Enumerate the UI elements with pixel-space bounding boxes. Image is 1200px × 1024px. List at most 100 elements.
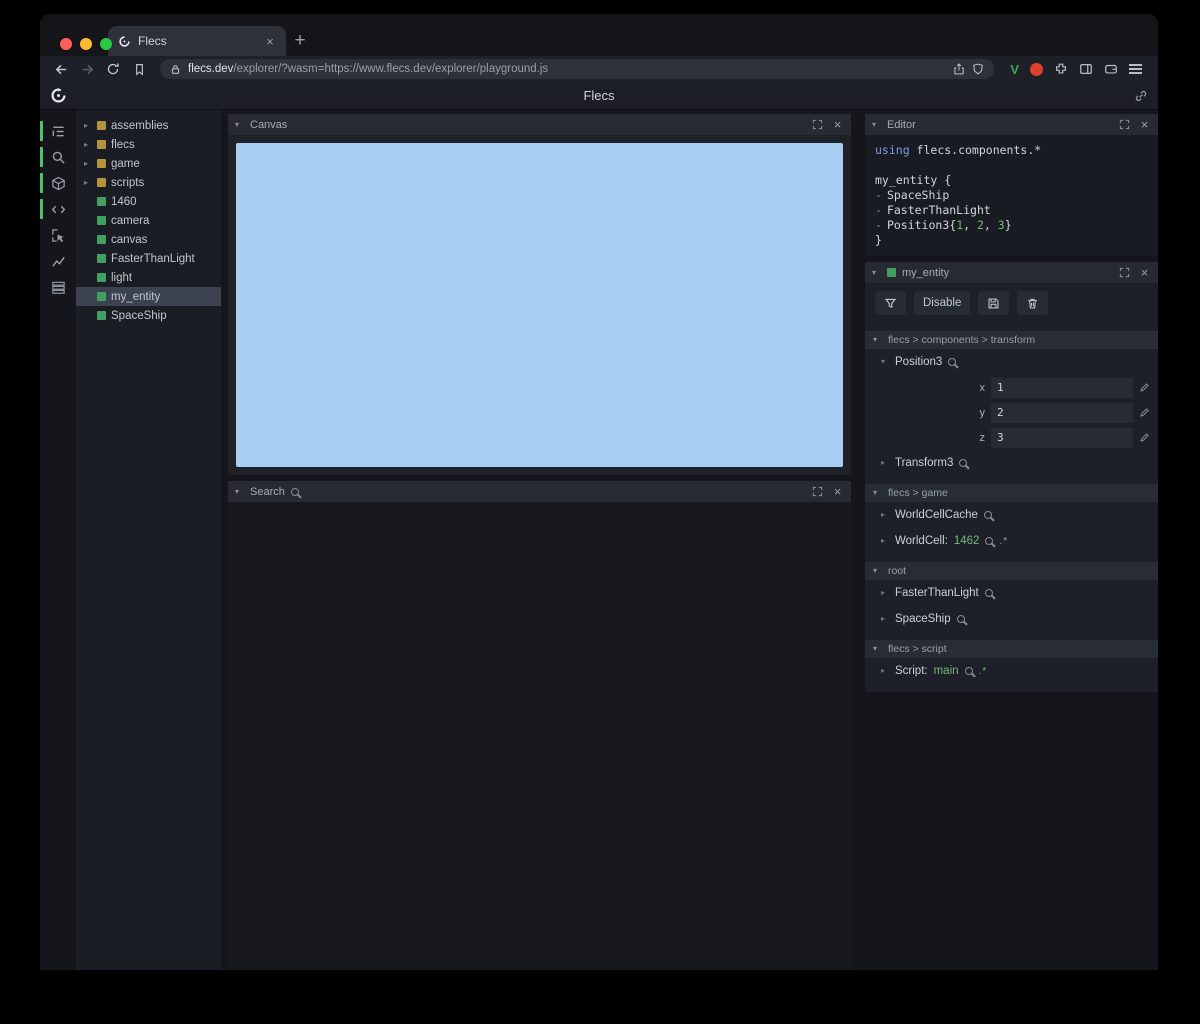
section-header-game[interactable]: ▾ flecs > game [865, 484, 1158, 502]
brave-shield-icon[interactable] [972, 63, 984, 75]
chevron-right-icon[interactable]: ▸ [881, 537, 889, 545]
tab-close-icon[interactable]: × [262, 34, 278, 49]
section-header-root[interactable]: ▾ root [865, 562, 1158, 580]
expand-icon[interactable] [810, 119, 825, 130]
entity-color-swatch [97, 311, 106, 320]
section-header-script[interactable]: ▾ flecs > script [865, 640, 1158, 658]
cube-icon[interactable] [40, 170, 76, 196]
chevron-right-icon[interactable]: ▸ [881, 589, 889, 597]
query-magnifier-icon[interactable] [985, 537, 994, 545]
component-row-spaceship[interactable]: ▸ SpaceShip [865, 606, 1158, 632]
reload-button[interactable] [102, 58, 124, 80]
close-icon[interactable]: × [831, 485, 844, 498]
component-row-transform3[interactable]: ▸ Transform3 [865, 450, 1158, 476]
search-panel-header: ▾ Search × [228, 481, 851, 502]
new-tab-button[interactable]: + [286, 27, 314, 55]
tree-item-spaceship[interactable]: SpaceShip [76, 306, 221, 325]
main-content: ▸ assemblies ▸ flecs ▸ game ▸ scripts 14… [40, 110, 1158, 970]
expand-icon[interactable] [1117, 119, 1132, 130]
filter-funnel-button[interactable] [875, 291, 906, 315]
menu-hamburger-icon[interactable] [1129, 64, 1142, 74]
app-header: Flecs [40, 82, 1158, 110]
side-panel-icon[interactable] [1079, 62, 1093, 76]
traffic-light-zoom[interactable] [100, 38, 112, 50]
inspect-cursor-icon[interactable] [40, 222, 76, 248]
chevron-right-icon[interactable]: ▸ [881, 511, 889, 519]
close-icon[interactable]: × [831, 118, 844, 131]
query-magnifier-icon[interactable] [964, 667, 973, 675]
position3-z-input[interactable] [991, 427, 1133, 448]
tree-item-canvas[interactable]: canvas [76, 230, 221, 249]
forward-button[interactable] [76, 58, 98, 80]
url-bar[interactable]: flecs.dev/explorer/?wasm=https://www.fle… [160, 59, 995, 79]
share-link-icon[interactable] [1134, 89, 1148, 103]
edit-pencil-icon[interactable] [1139, 382, 1150, 393]
script-editor[interactable]: using flecs.components.* my_entity { - Sp… [865, 135, 1158, 256]
position3-y-input[interactable] [991, 402, 1133, 423]
code-icon[interactable] [40, 196, 76, 222]
extensions-puzzle-icon[interactable] [1054, 62, 1068, 76]
share-icon[interactable] [953, 63, 965, 75]
query-magnifier-icon[interactable] [984, 589, 993, 597]
tree-item-flecs[interactable]: ▸ flecs [76, 135, 221, 154]
outline-tree-icon[interactable] [40, 118, 76, 144]
back-button[interactable] [50, 58, 72, 80]
close-icon[interactable]: × [1138, 266, 1151, 279]
tree-item-fasterthanlight[interactable]: FasterThanLight [76, 249, 221, 268]
module-color-swatch [97, 140, 106, 149]
search-icon[interactable] [40, 144, 76, 170]
chevron-down-icon[interactable]: ▾ [881, 358, 889, 366]
browser-tab[interactable]: Flecs × [108, 26, 286, 56]
component-row-worldcell[interactable]: ▸ WorldCell: 1462 .* [865, 528, 1158, 554]
chevron-right-icon[interactable]: ▸ [881, 667, 889, 675]
chevron-down-icon[interactable]: ▾ [235, 120, 244, 129]
chevron-right-icon[interactable]: ▸ [881, 615, 889, 623]
chevron-down-icon[interactable]: ▾ [235, 487, 244, 496]
wallet-icon[interactable] [1104, 62, 1118, 76]
vimium-extension-icon[interactable]: V [1010, 62, 1019, 77]
close-icon[interactable]: × [1138, 118, 1151, 131]
edit-pencil-icon[interactable] [1139, 407, 1150, 418]
chevron-right-icon[interactable]: ▸ [84, 178, 92, 187]
render-canvas[interactable] [236, 143, 843, 467]
tree-item-scripts[interactable]: ▸ scripts [76, 173, 221, 192]
chevron-right-icon[interactable]: ▸ [84, 159, 92, 168]
edit-pencil-icon[interactable] [1139, 432, 1150, 443]
chevron-right-icon[interactable]: ▸ [881, 459, 889, 467]
chart-icon[interactable] [40, 248, 76, 274]
bookmark-icon[interactable] [128, 58, 150, 80]
component-row-position3[interactable]: ▾ Position3 [865, 349, 1158, 375]
red-extension-icon[interactable] [1030, 62, 1043, 76]
tree-item-my-entity[interactable]: my_entity [76, 287, 221, 306]
component-row-fasterthanlight[interactable]: ▸ FasterThanLight [865, 580, 1158, 606]
expand-icon[interactable] [1117, 267, 1132, 278]
flecs-logo-icon[interactable] [50, 87, 67, 104]
traffic-light-close[interactable] [60, 38, 72, 50]
query-magnifier-icon[interactable] [983, 511, 992, 519]
section-header-transform[interactable]: ▾ flecs > components > transform [865, 331, 1158, 349]
tree-item-assemblies[interactable]: ▸ assemblies [76, 116, 221, 135]
tree-item-1460[interactable]: 1460 [76, 192, 221, 211]
list-rows-icon[interactable] [40, 274, 76, 300]
chevron-right-icon[interactable]: ▸ [84, 140, 92, 149]
component-row-worldcellcache[interactable]: ▸ WorldCellCache [865, 502, 1158, 528]
position3-x-input[interactable] [991, 377, 1133, 398]
delete-trash-button[interactable] [1017, 291, 1049, 315]
chevron-down-icon[interactable]: ▾ [872, 268, 881, 277]
tree-item-light[interactable]: light [76, 268, 221, 287]
tree-item-game[interactable]: ▸ game [76, 154, 221, 173]
query-magnifier-icon[interactable] [959, 459, 968, 467]
query-magnifier-icon[interactable] [956, 615, 965, 623]
tree-item-camera[interactable]: camera [76, 211, 221, 230]
search-panel-content[interactable] [228, 502, 851, 970]
entity-color-swatch [97, 273, 106, 282]
component-row-script[interactable]: ▸ Script: main .* [865, 658, 1158, 684]
expand-icon[interactable] [810, 486, 825, 497]
traffic-light-minimize[interactable] [80, 38, 92, 50]
query-magnifier-icon[interactable] [948, 358, 957, 366]
chevron-right-icon[interactable]: ▸ [84, 121, 92, 130]
search-panel: ▾ Search × [228, 481, 851, 970]
save-button[interactable] [978, 291, 1010, 315]
disable-button[interactable]: Disable [914, 291, 971, 315]
chevron-down-icon[interactable]: ▾ [872, 120, 881, 129]
